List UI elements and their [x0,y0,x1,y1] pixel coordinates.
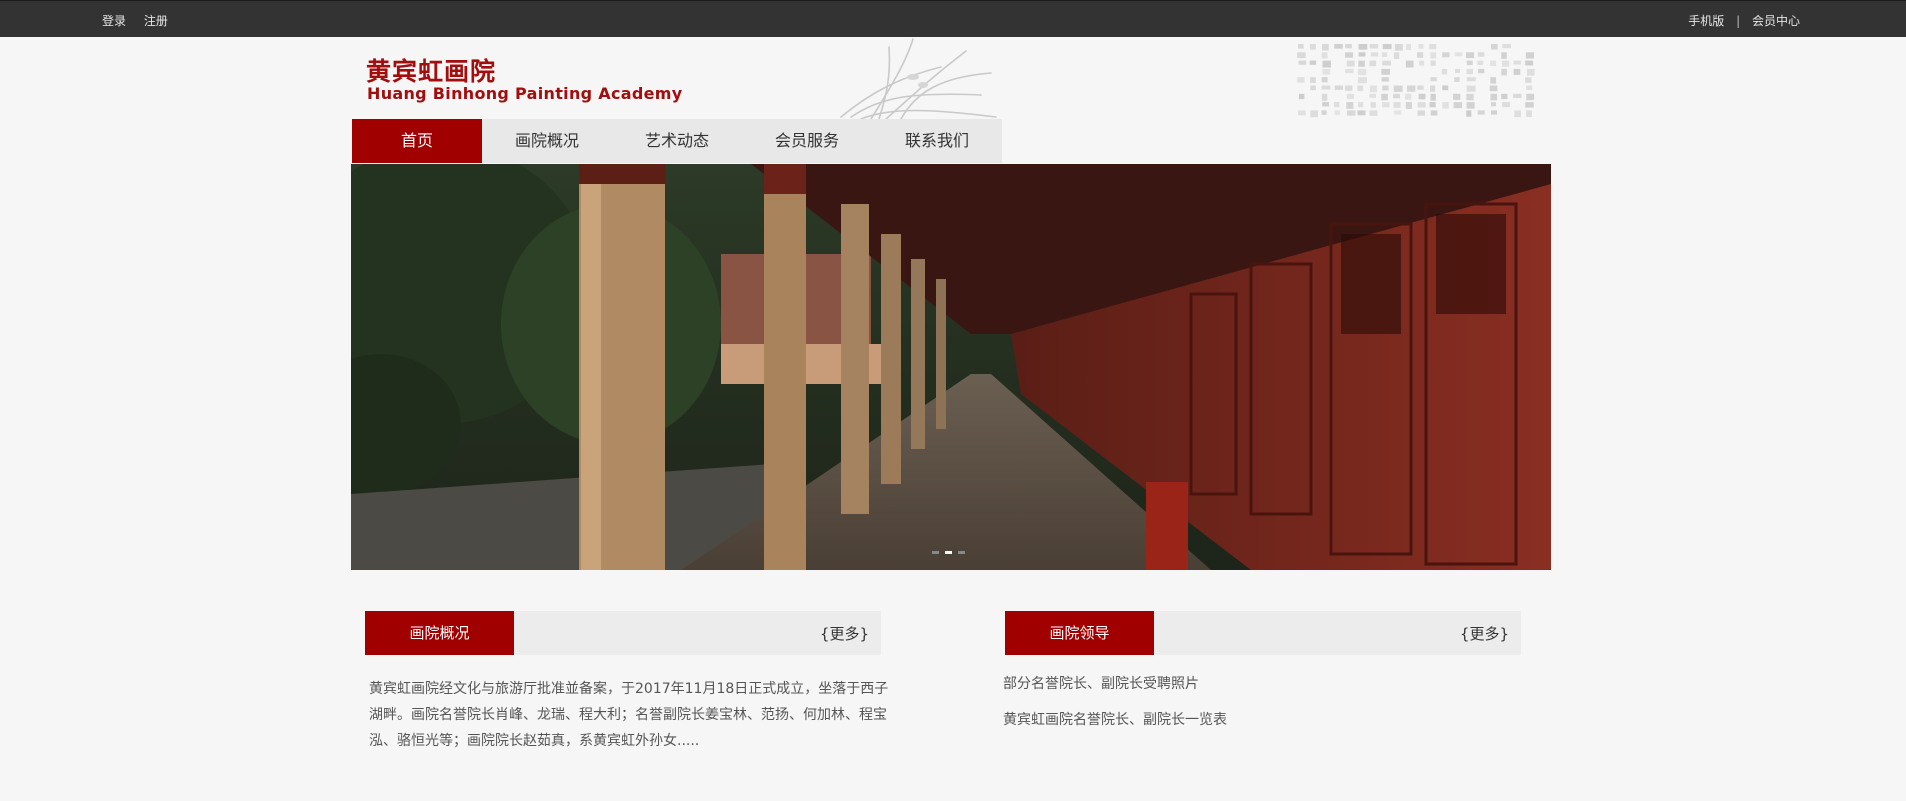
top-bar-left: 登录 注册 [102,12,182,29]
nav-member-service[interactable]: 会员服务 [742,119,872,163]
about-section-header: 画院概况 {更多} [365,611,881,655]
about-section-title[interactable]: 画院概况 [365,611,514,655]
banner-carousel[interactable] [351,164,1551,570]
member-center-link[interactable]: 会员中心 [1752,14,1800,28]
top-bar-right: 手机版 | 会员中心 [1688,12,1800,29]
carousel-dot[interactable] [932,551,939,554]
corridor-photo [351,164,1551,570]
list-item[interactable]: 黄宾虹画院名誉院长、副院长一览表 [1003,708,1503,744]
carousel-dot[interactable] [958,551,965,554]
leaders-more-link[interactable]: {更多} [1460,623,1509,644]
carousel-dots [932,551,965,554]
leaders-section-title[interactable]: 画院领导 [1005,611,1154,655]
logo-title-cn[interactable]: 黄宾虹画院 [366,52,496,88]
main-nav: 首页 画院概况 艺术动态 会员服务 联系我们 [352,119,1002,163]
about-more-link[interactable]: {更多} [820,623,869,644]
top-bar-separator: | [1736,14,1741,28]
login-link[interactable]: 登录 [102,14,126,28]
calligraphy-decoration-icon [1297,44,1535,118]
top-bar: 登录 注册 手机版 | 会员中心 [0,0,1906,37]
leaders-section-header: 画院领导 {更多} [1005,611,1521,655]
register-link[interactable]: 注册 [144,14,168,28]
nav-art-news[interactable]: 艺术动态 [612,119,742,163]
logo-title-en[interactable]: Huang Binhong Painting Academy [367,84,682,103]
site-header: 黄宾虹画院 Huang Binhong Painting Academy [351,37,1551,119]
leaders-list: 部分名誉院长、副院长受聘照片 黄宾虹画院名誉院长、副院长一览表 [1003,672,1503,744]
nav-home[interactable]: 首页 [352,119,482,163]
mobile-version-link[interactable]: 手机版 [1688,14,1724,28]
nav-contact[interactable]: 联系我们 [872,119,1002,163]
nav-about[interactable]: 画院概况 [482,119,612,163]
carousel-dot-active[interactable] [945,551,952,554]
about-summary: 黄宾虹画院经文化与旅游厅批准並备案，于2017年11月18日正式成立，坐落于西子… [369,681,889,749]
list-item[interactable]: 部分名誉院长、副院长受聘照片 [1003,672,1503,708]
orchid-decoration-icon [840,38,997,119]
